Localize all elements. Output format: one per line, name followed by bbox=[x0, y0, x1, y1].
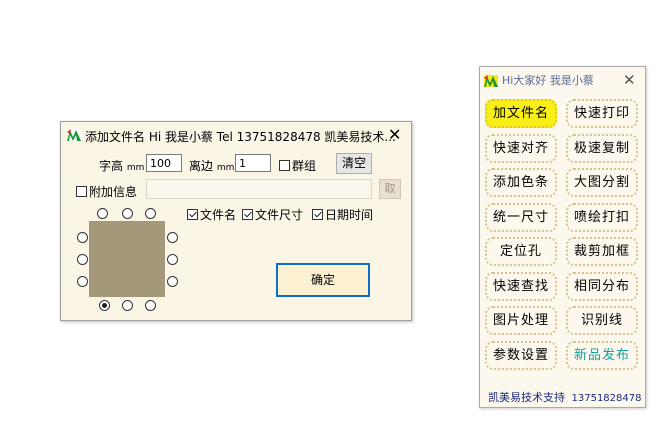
tool-button-6[interactable]: 大图分割 bbox=[566, 168, 638, 197]
km-logo-icon bbox=[67, 129, 81, 141]
position-radio-left-bottom[interactable] bbox=[77, 276, 88, 287]
position-radio-left-top[interactable] bbox=[77, 232, 88, 243]
position-radio-bottom-right[interactable] bbox=[145, 300, 156, 311]
tool-button-16[interactable]: 新品发布 bbox=[566, 341, 638, 370]
tool-button-2[interactable]: 快速打印 bbox=[566, 99, 638, 128]
tool-button-3[interactable]: 快速对齐 bbox=[485, 134, 557, 163]
support-name: 凯美易技术支持 bbox=[488, 391, 565, 404]
filesize-checkbox[interactable]: 文件尺寸 bbox=[242, 206, 303, 223]
tool-button-8[interactable]: 喷绘打扣 bbox=[566, 203, 638, 232]
dialog-title: 添加文件名 Hi 我是小蔡 Tel 13751828478 凯美易技术... bbox=[85, 130, 396, 144]
tool-button-4[interactable]: 极速复制 bbox=[566, 134, 638, 163]
font-height-label: 字高 mm bbox=[99, 159, 145, 173]
font-height-input[interactable]: 100 bbox=[146, 154, 182, 172]
filename-checkbox[interactable]: 文件名 bbox=[187, 206, 236, 223]
extra-info-input[interactable] bbox=[146, 179, 372, 199]
close-icon[interactable]: ✕ bbox=[388, 127, 401, 143]
extra-info-checkbox[interactable]: 附加信息 bbox=[76, 183, 137, 200]
add-filename-dialog: 添加文件名 Hi 我是小蔡 Tel 13751828478 凯美易技术... ✕… bbox=[60, 121, 412, 321]
position-radio-right-middle[interactable] bbox=[167, 254, 178, 265]
tool-button-14[interactable]: 识别线 bbox=[566, 306, 638, 335]
ok-button[interactable]: 确定 bbox=[276, 263, 370, 297]
filesize-label: 文件尺寸 bbox=[255, 208, 304, 222]
toolbox-panel: Hi大家好 我是小蔡 ✕ 加文件名 快速打印 快速对齐 极速复制 添加色条 大图分割 统一尺… bbox=[479, 66, 646, 408]
extra-info-checkbox-box[interactable] bbox=[76, 186, 87, 197]
filename-checkbox-box[interactable] bbox=[187, 209, 198, 220]
filesize-checkbox-box[interactable] bbox=[242, 209, 253, 220]
position-radio-top-right[interactable] bbox=[145, 208, 156, 219]
group-checkbox[interactable]: 群组 bbox=[279, 157, 316, 174]
margin-input[interactable]: 1 bbox=[235, 154, 271, 172]
margin-label: 离边 mm bbox=[189, 159, 235, 173]
position-radio-top-left[interactable] bbox=[97, 208, 108, 219]
extra-info-label: 附加信息 bbox=[89, 185, 138, 199]
km-logo-icon bbox=[484, 75, 498, 87]
support-footer: 凯美易技术支持 13751828478 bbox=[488, 389, 642, 405]
tool-button-9[interactable]: 定位孔 bbox=[485, 237, 557, 266]
tool-button-15[interactable]: 参数设置 bbox=[485, 341, 557, 370]
group-checkbox-box[interactable] bbox=[279, 160, 290, 171]
position-radio-right-top[interactable] bbox=[167, 232, 178, 243]
datetime-label: 日期时间 bbox=[325, 208, 374, 222]
position-radio-bottom-center[interactable] bbox=[122, 300, 133, 311]
tool-button-5[interactable]: 添加色条 bbox=[485, 168, 557, 197]
tool-button-13[interactable]: 图片处理 bbox=[485, 306, 557, 335]
support-phone: 13751828478 bbox=[571, 393, 642, 404]
position-radio-bottom-left[interactable] bbox=[99, 300, 110, 311]
tool-button-1[interactable]: 加文件名 bbox=[485, 99, 557, 128]
tool-button-12[interactable]: 相同分布 bbox=[566, 272, 638, 301]
position-radio-right-bottom[interactable] bbox=[167, 276, 178, 287]
dialog-title-bar: 添加文件名 Hi 我是小蔡 Tel 13751828478 凯美易技术... ✕ bbox=[61, 122, 411, 148]
tool-button-11[interactable]: 快速查找 bbox=[485, 272, 557, 301]
group-checkbox-label: 群组 bbox=[292, 159, 317, 173]
close-icon[interactable]: ✕ bbox=[623, 72, 636, 88]
datetime-checkbox-box[interactable] bbox=[312, 209, 323, 220]
position-preview bbox=[89, 221, 165, 297]
panel-title: Hi大家好 我是小蔡 bbox=[502, 74, 594, 87]
tool-button-7[interactable]: 统一尺寸 bbox=[485, 203, 557, 232]
position-radio-left-middle[interactable] bbox=[77, 254, 88, 265]
datetime-checkbox[interactable]: 日期时间 bbox=[312, 206, 373, 223]
fetch-button[interactable]: 取 bbox=[379, 179, 401, 199]
tool-button-10[interactable]: 裁剪加框 bbox=[566, 237, 638, 266]
filename-label: 文件名 bbox=[200, 208, 237, 222]
position-radio-top-center[interactable] bbox=[122, 208, 133, 219]
clear-button[interactable]: 清空 bbox=[336, 153, 372, 174]
